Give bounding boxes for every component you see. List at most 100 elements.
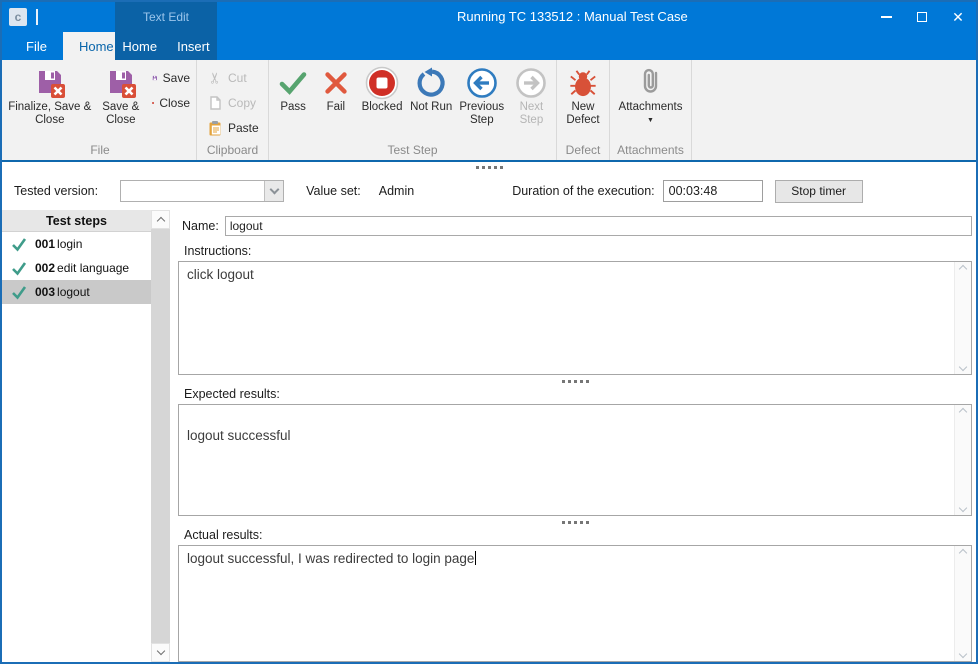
duration-label: Duration of the execution: [512, 184, 654, 198]
step-label: edit language [57, 261, 129, 275]
scroll-up-button[interactable] [151, 210, 170, 229]
expected-results-scrollbar[interactable] [954, 405, 971, 515]
chevron-down-icon [959, 363, 967, 371]
sidebar-scrollbar[interactable] [151, 210, 170, 662]
floppy-icon [152, 70, 158, 86]
tab-texedit-home[interactable]: Home [112, 32, 167, 60]
ribbon-group-clipboard: ✂ Cut Copy Paste Clipboard [197, 60, 269, 160]
stop-timer-label: Stop timer [791, 184, 846, 198]
maximize-button[interactable] [904, 2, 940, 32]
blocked-button[interactable]: Blocked [356, 63, 407, 114]
floppy-close-icon [105, 65, 137, 101]
app-icon[interactable]: c [9, 8, 27, 26]
step-number: 002 [35, 261, 55, 275]
actual-results-textarea[interactable]: logout successful, I was redirected to l… [178, 545, 972, 662]
chevron-up-icon [959, 265, 967, 273]
step-passed-check-icon [11, 284, 27, 300]
ribbon-tab-row: File Home Home Insert [2, 32, 976, 60]
value-set-label: Value set: [306, 184, 361, 198]
floppy-close-icon [34, 65, 66, 101]
minimize-icon [881, 16, 892, 18]
next-step-button: Next Step [509, 63, 554, 127]
not-run-label: Not Run [410, 101, 452, 114]
stop-timer-button[interactable]: Stop timer [775, 180, 863, 203]
scroll-down-button[interactable] [151, 643, 170, 662]
name-input[interactable]: logout [225, 216, 972, 236]
previous-step-label: Previous Step [455, 101, 509, 127]
step-label: logout [57, 285, 90, 299]
check-icon [277, 65, 309, 101]
tested-version-value [121, 181, 264, 201]
arrow-right-circle-icon [515, 65, 547, 101]
name-label: Name: [182, 219, 219, 233]
chevron-up-icon [959, 408, 967, 416]
duration-input[interactable]: 00:03:48 [663, 180, 763, 202]
copy-label: Copy [228, 96, 256, 110]
fail-button[interactable]: Fail [315, 63, 356, 114]
save-button[interactable]: Save [148, 65, 194, 90]
tested-version-label: Tested version: [14, 184, 98, 198]
value-set-value: Admin [379, 184, 414, 198]
close-button[interactable]: ✕ [940, 2, 976, 32]
instructions-textarea[interactable]: click logout [178, 261, 972, 375]
step-passed-check-icon [11, 260, 27, 276]
close-document-button[interactable]: Close [148, 90, 194, 115]
actual-results-label: Actual results: [184, 528, 972, 542]
step-number: 003 [35, 285, 55, 299]
group-label-test-step: Test Step [269, 143, 556, 160]
group-label-defect: Defect [557, 143, 609, 160]
test-step-row-1[interactable]: 001login [2, 232, 151, 256]
step-number: 001 [35, 237, 55, 251]
ribbon: Finalize, Save & Close Save & Close Save [2, 60, 976, 162]
contextual-group-label: Text Edit [143, 10, 189, 24]
expected-results-textarea[interactable]: logout successful [178, 404, 972, 516]
ribbon-group-attachments: Attachments ▼ Attachments [610, 60, 692, 160]
test-step-row-2[interactable]: 002edit language [2, 256, 151, 280]
instructions-scrollbar[interactable] [954, 262, 971, 374]
combobox-dropdown-button[interactable] [264, 181, 283, 201]
arrow-left-circle-icon [466, 65, 498, 101]
chevron-down-icon[interactable]: ▼ [647, 117, 654, 124]
paste-label: Paste [228, 121, 259, 135]
ribbon-splitter-grip[interactable] [2, 162, 976, 172]
tested-version-combobox[interactable] [120, 180, 284, 202]
not-run-button[interactable]: Not Run [408, 63, 455, 114]
actual-results-line: logout successful, I was redirected to l… [179, 546, 954, 661]
new-defect-button[interactable]: New Defect [559, 63, 607, 127]
new-defect-label: New Defect [559, 101, 607, 127]
ribbon-group-defect: New Defect Defect [557, 60, 610, 160]
blocked-label: Blocked [362, 101, 403, 114]
minimize-button[interactable] [868, 2, 904, 32]
copy-button: Copy [203, 90, 265, 115]
step-detail-form: Name: logout Instructions: click logout … [170, 210, 976, 662]
expected-splitter-grip[interactable] [178, 516, 972, 528]
finalize-save-close-label: Finalize, Save & Close [6, 101, 94, 127]
instructions-label: Instructions: [184, 244, 972, 258]
attachments-button[interactable]: Attachments ▼ [612, 63, 689, 124]
red-x-icon [152, 95, 154, 111]
expected-results-text: logout successful [179, 405, 954, 515]
save-close-label: Save & Close [94, 101, 148, 127]
window-title: Running TC 133512 : Manual Test Case [457, 2, 688, 32]
test-step-row-3-selected[interactable]: 003logout [2, 280, 151, 304]
execution-params-bar: Tested version: Value set: Admin Duratio… [2, 172, 976, 210]
cut-button: ✂ Cut [203, 65, 265, 90]
test-steps-header: Test steps [2, 210, 151, 232]
paste-button[interactable]: Paste [203, 115, 265, 140]
next-step-label: Next Step [509, 101, 554, 127]
pass-button[interactable]: Pass [271, 63, 315, 114]
tab-file[interactable]: File [10, 32, 63, 60]
clipboard-icon [207, 120, 223, 136]
finalize-save-close-button[interactable]: Finalize, Save & Close [6, 63, 94, 127]
tab-texedit-insert[interactable]: Insert [167, 32, 220, 60]
paperclip-icon [635, 65, 667, 101]
chevron-down-icon [959, 504, 967, 512]
undo-arrow-icon [415, 65, 447, 101]
text-caret [475, 551, 476, 565]
actual-results-scrollbar[interactable] [954, 546, 971, 661]
ribbon-group-test-step: Pass Fail Blocked [269, 60, 557, 160]
previous-step-button[interactable]: Previous Step [455, 63, 509, 127]
test-steps-panel: Test steps 001login 002edit language 003… [2, 210, 170, 662]
instructions-splitter-grip[interactable] [178, 375, 972, 387]
save-close-button[interactable]: Save & Close [94, 63, 148, 127]
